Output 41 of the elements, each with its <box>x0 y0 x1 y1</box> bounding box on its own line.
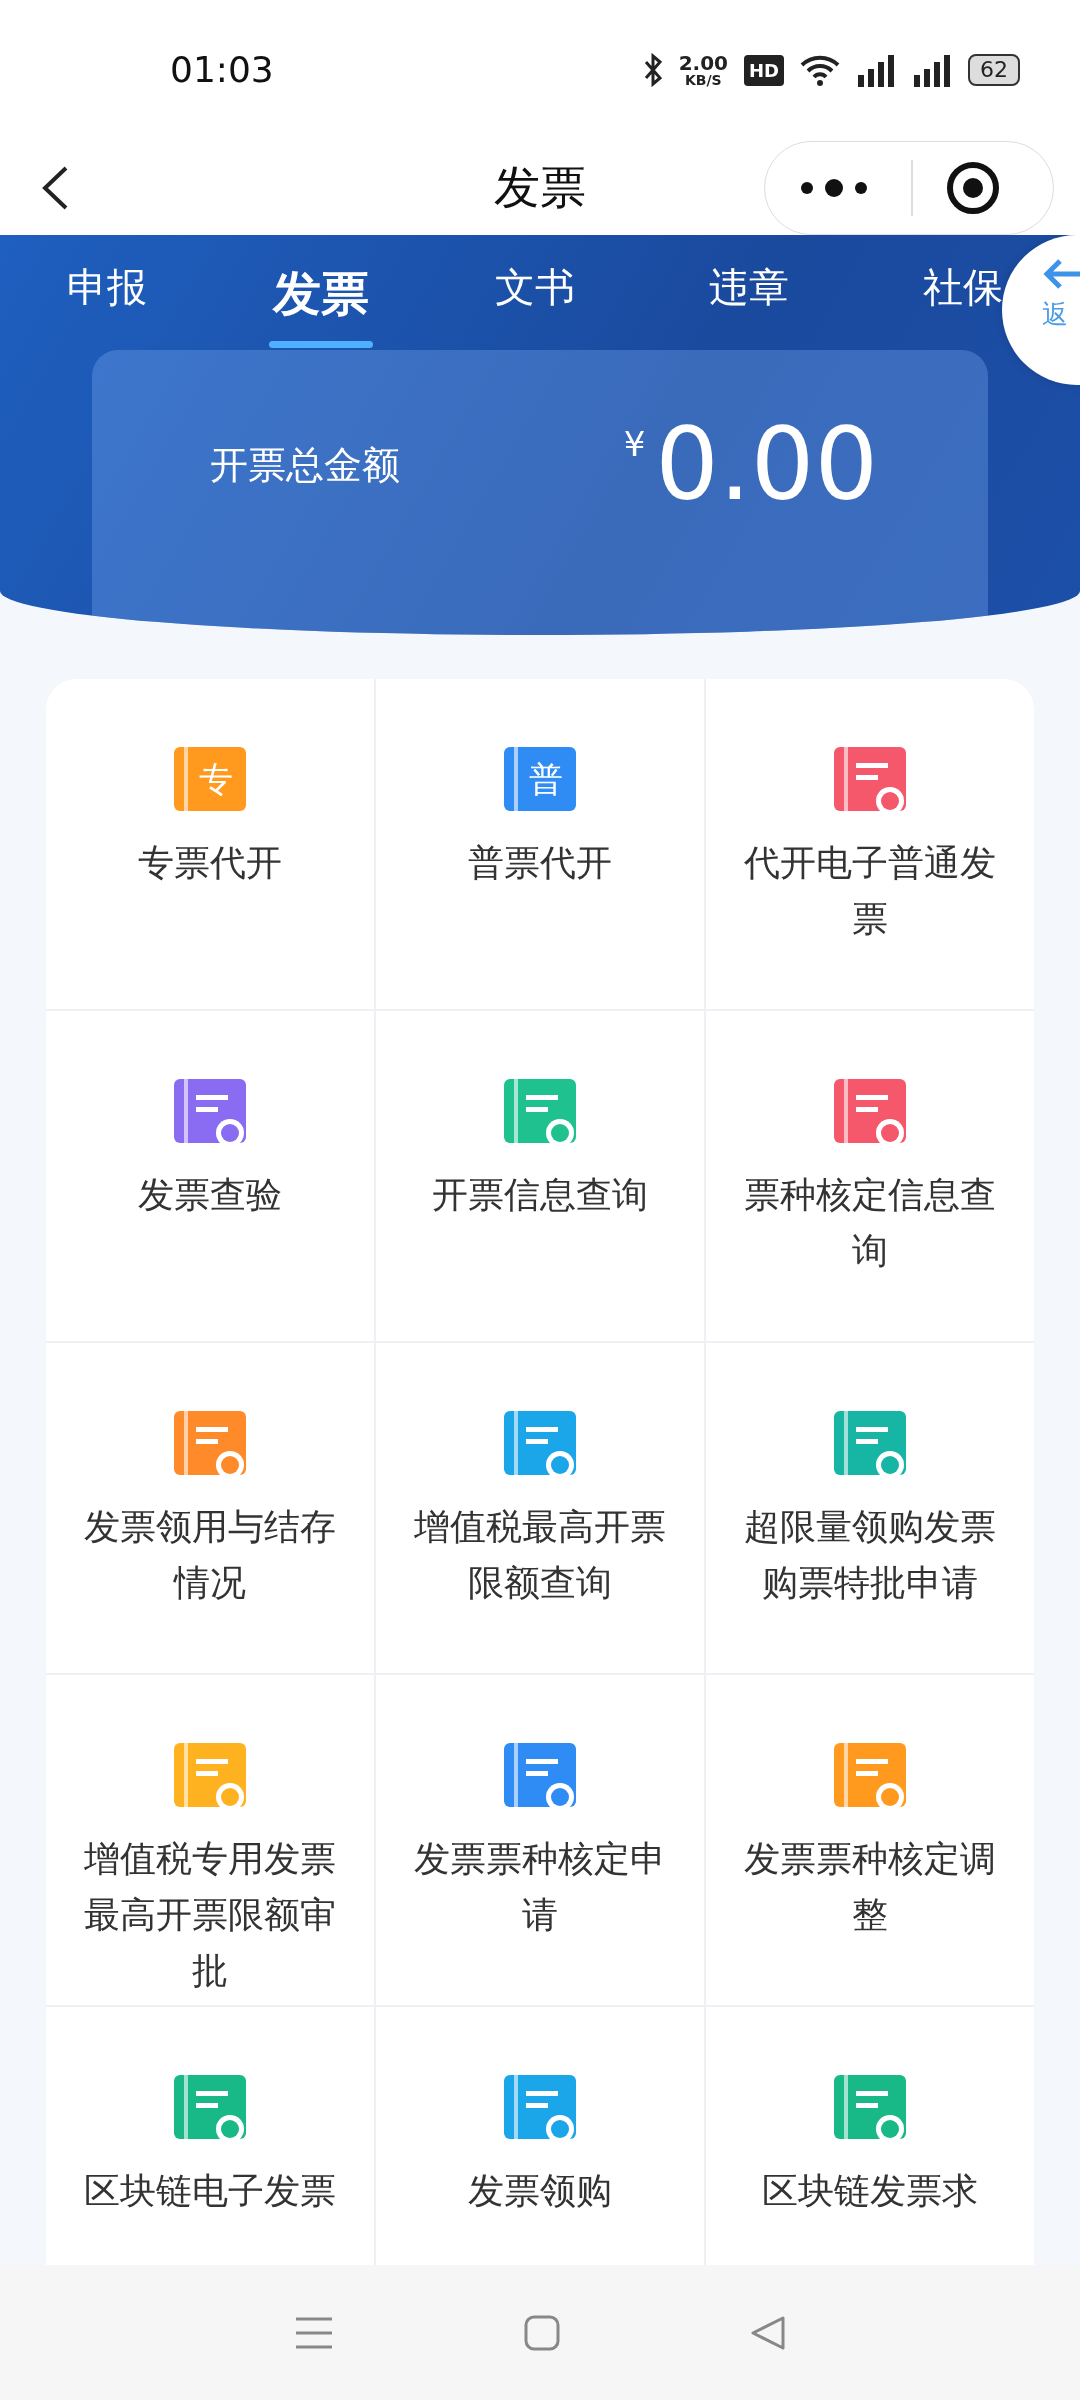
more-icon <box>799 178 869 198</box>
page-title: 发票 <box>494 160 586 214</box>
service-tile[interactable]: 发票领购 <box>376 2007 704 2265</box>
menu-icon[interactable] <box>294 2315 334 2350</box>
back-button[interactable] <box>40 164 70 211</box>
service-tile[interactable]: 增值税最高开票限额查询 <box>376 1343 704 1673</box>
tab[interactable]: 违章 <box>709 257 789 336</box>
back-nav-icon[interactable] <box>750 2314 786 2351</box>
service-tile[interactable]: 区块链发票求 <box>706 2007 1034 2265</box>
service-tile[interactable]: 开票信息查询 <box>376 1011 704 1341</box>
arrow-left-icon <box>1042 257 1080 291</box>
back-icon <box>40 164 70 211</box>
service-tile[interactable]: 发票票种核定申请 <box>376 1675 704 2005</box>
close-button[interactable] <box>945 159 1001 216</box>
total-amount: 0.00 <box>655 415 878 515</box>
target-icon <box>945 159 1001 216</box>
service-tile[interactable]: 增值税专用发票最高开票限额审批 <box>46 1675 374 2005</box>
service-tile[interactable]: 发票票种核定调整 <box>706 1675 1034 2005</box>
service-tile[interactable]: 专 专票代开 <box>46 679 374 1009</box>
home-icon[interactable] <box>524 2314 560 2351</box>
currency-symbol: ¥ <box>623 423 646 466</box>
service-tile[interactable]: 发票查验 <box>46 1011 374 1341</box>
tab[interactable]: 社保 <box>923 257 1003 336</box>
service-tile[interactable]: 普 普票代开 <box>376 679 704 1009</box>
service-tile[interactable]: 区块链电子发票 <box>46 2007 374 2265</box>
bluetooth-icon <box>642 53 663 87</box>
tab[interactable]: 申报 <box>67 257 147 336</box>
signal-icon <box>912 53 952 87</box>
battery-indicator: 62 <box>968 54 1020 86</box>
service-tile[interactable]: 发票领用与结存情况 <box>46 1343 374 1673</box>
tab[interactable]: 文书 <box>495 257 575 336</box>
service-tile[interactable]: 代开电子普通发票 <box>706 679 1034 1009</box>
status-time: 01:03 <box>170 48 274 92</box>
hd-indicator: HD <box>744 54 784 86</box>
service-tile[interactable]: 票种核定信息查询 <box>706 1011 1034 1341</box>
network-speed: 2.00 KB/S <box>678 53 728 87</box>
summary-label: 开票总金额 <box>210 441 400 489</box>
signal-icon <box>856 53 896 87</box>
service-tile[interactable]: 超限量领购发票购票特批申请 <box>706 1343 1034 1673</box>
tab[interactable]: 发票 <box>269 257 373 348</box>
wifi-icon <box>800 54 840 86</box>
